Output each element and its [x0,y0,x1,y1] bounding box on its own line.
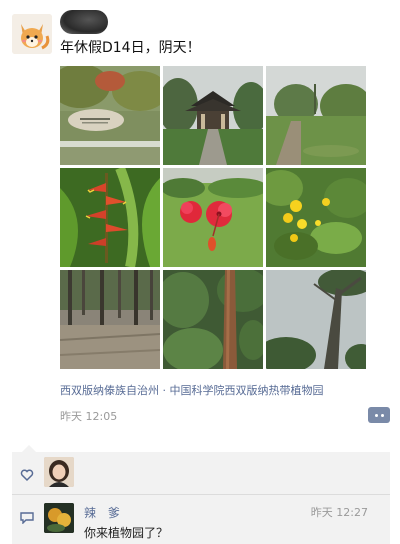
comment-text[interactable]: 你来植物园了？ [84,524,168,541]
photo-heliconia-flower[interactable] [60,168,160,267]
dot-icon [374,413,378,417]
panel-divider [12,494,390,495]
interaction-panel: 辣 爹 昨天 12:27 你来植物园了？ [12,452,390,544]
comment-like-menu-button[interactable] [368,407,390,423]
comment-time: 昨天 12:27 [310,506,368,519]
photo-garden-entrance-sign[interactable] [60,66,160,165]
poster-avatar[interactable] [12,14,52,54]
liker-avatar[interactable] [44,457,74,487]
dot-icon [380,413,384,417]
photo-red-hibiscus[interactable] [163,168,263,267]
photo-garden-path[interactable] [266,66,366,165]
location-link[interactable]: 西双版纳傣族自治州 · 中国科学院西双版纳热带植物园 [60,382,324,398]
commenter-avatar[interactable] [44,503,74,533]
moments-post: 年休假D14日，阴天！ 西双版纳傣族自治州 · 中国科学院西双版纳热带植物园 昨… [0,0,400,544]
heart-icon [20,469,34,482]
photo-yellow-flowers[interactable] [266,168,366,267]
photo-tall-tree-trunk[interactable] [163,270,263,369]
post-text: 年休假D14日，阴天！ [60,40,201,56]
comment-author[interactable]: 辣 爹 [84,504,124,521]
photo-pavilion[interactable] [163,66,263,165]
photo-leaning-tree[interactable] [266,270,366,369]
poster-name-obscured[interactable] [60,10,108,34]
photo-grid [60,66,366,370]
panel-arrow [22,445,36,452]
photo-forest-floor[interactable] [60,270,160,369]
post-time: 昨天 12:05 [60,410,118,423]
comment-icon [20,512,34,524]
